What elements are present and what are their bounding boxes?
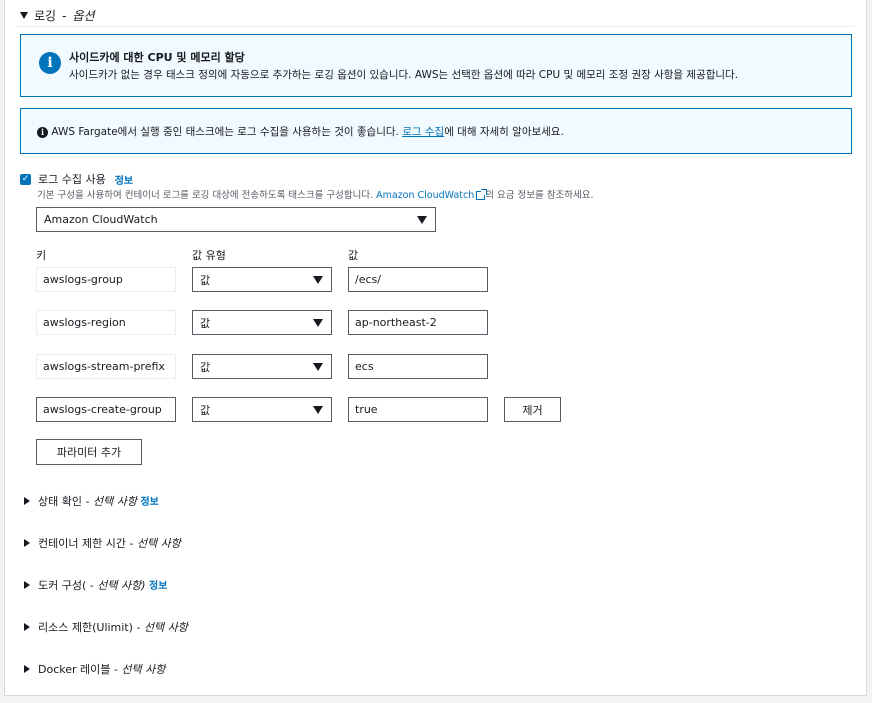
caret-down-icon [313, 405, 323, 414]
expander-title: 리소스 제한(Ulimit) [38, 621, 133, 634]
param-type-select[interactable]: 값 [192, 354, 332, 379]
expander-docker-config[interactable]: 도커 구성( - 선택 사항) 정보 [24, 577, 167, 593]
param-value-input[interactable]: /ecs/ [348, 267, 488, 292]
expander-sep: - [113, 663, 118, 676]
expander-sep: - [129, 537, 134, 550]
param-key: awslogs-region [36, 310, 176, 335]
expander-optional: 선택 사항) [97, 579, 146, 592]
remove-param-button[interactable]: 제거 [504, 397, 561, 422]
section-separator: - [62, 8, 67, 23]
param-type-value: 값 [200, 316, 211, 330]
expander-info-link[interactable]: 정보 [149, 581, 167, 592]
expander-optional: 선택 사항 [143, 621, 188, 634]
sidecar-info-body: 사이드카가 없는 경우 태스크 정의에 자동으로 추가하는 로깅 옵션이 있습니… [69, 69, 739, 81]
triangle-down-icon [20, 12, 28, 19]
expander-title: 컨테이너 제한 시간 [38, 537, 126, 550]
expander-title: 상태 확인 [38, 495, 82, 508]
info-icon: i [37, 126, 48, 138]
fargate-info-box: i AWS Fargate에서 실행 중인 태스크에는 로그 수집을 사용하는 … [20, 108, 852, 154]
param-value-input[interactable]: true [348, 397, 488, 422]
divider [16, 26, 854, 27]
param-type-value: 값 [200, 403, 211, 417]
triangle-right-icon [24, 623, 30, 631]
param-type-select[interactable]: 값 [192, 267, 332, 292]
section-title: 로깅 [34, 9, 57, 23]
param-key-input[interactable]: awslogs-create-group [36, 397, 176, 422]
expander-optional: 선택 사항 [92, 495, 137, 508]
param-key: awslogs-group [36, 267, 176, 292]
log-collection-label: 로그 수집 사용 [38, 173, 106, 186]
param-type-value: 값 [200, 273, 211, 287]
caret-down-icon [417, 215, 427, 224]
caret-down-icon [313, 275, 323, 284]
expander-info-link[interactable]: 정보 [140, 497, 158, 508]
param-value-input[interactable]: ecs [348, 354, 488, 379]
param-value-input[interactable]: ap-northeast-2 [348, 310, 488, 335]
caret-down-icon [313, 318, 323, 327]
triangle-right-icon [24, 497, 30, 505]
logging-section-header[interactable]: 로깅 - 옵션 [20, 7, 95, 24]
expander-title: 도커 구성( [38, 579, 87, 592]
cloudwatch-pricing-link[interactable]: Amazon CloudWatch [376, 190, 474, 201]
checkbox-checked-icon[interactable]: ✓ [20, 173, 31, 185]
sidecar-info-box: i 사이드카에 대한 CPU 및 메모리 할당 사이드카가 없는 경우 태스크 … [20, 34, 852, 97]
expander-sep: - [85, 495, 90, 508]
log-collection-option: ✓ 로그 수집 사용 정보 [20, 171, 133, 187]
info-icon: i [39, 52, 61, 74]
param-type-select[interactable]: 값 [192, 397, 332, 422]
param-type-select[interactable]: 값 [192, 310, 332, 335]
fargate-info-text: i AWS Fargate에서 실행 중인 태스크에는 로그 수집을 사용하는 … [37, 124, 564, 139]
log-desc-before: 기본 구성을 사용하여 컨테이너 로그를 로깅 대상에 전송하도록 태스크를 구… [37, 190, 377, 201]
log-destination-select[interactable]: Amazon CloudWatch [36, 207, 436, 232]
expander-title: Docker 레이블 [38, 663, 111, 676]
col-label-type: 값 유형 [192, 249, 226, 262]
triangle-right-icon [24, 539, 30, 547]
expander-docker-labels[interactable]: Docker 레이블 - 선택 사항 [24, 661, 165, 677]
fargate-info-after: 에 대해 자세히 알아보세요. [444, 126, 564, 138]
add-param-button[interactable]: 파라미터 추가 [36, 439, 142, 465]
expander-sep: - [136, 621, 141, 634]
sidecar-info-title: 사이드카에 대한 CPU 및 메모리 할당 [69, 51, 245, 64]
col-label-key: 키 [36, 249, 47, 262]
param-key: awslogs-stream-prefix [36, 354, 176, 379]
log-desc-after: 의 요금 정보를 참조하세요. [485, 190, 594, 201]
param-type-value: 값 [200, 360, 211, 374]
external-link-icon [476, 189, 488, 200]
log-collection-info-link[interactable]: 정보 [115, 172, 133, 187]
expander-resource-limits[interactable]: 리소스 제한(Ulimit) - 선택 사항 [24, 619, 188, 635]
expander-health-check[interactable]: 상태 확인 - 선택 사항 정보 [24, 493, 159, 509]
col-label-value: 값 [348, 249, 359, 262]
expander-container-timeout[interactable]: 컨테이너 제한 시간 - 선택 사항 [24, 535, 181, 551]
section-optional: 옵션 [72, 9, 95, 23]
caret-down-icon [313, 362, 323, 371]
triangle-right-icon [24, 581, 30, 589]
expander-sep: - [89, 579, 94, 592]
expander-optional: 선택 사항 [121, 663, 166, 676]
log-collection-description: 기본 구성을 사용하여 컨테이너 로그를 로깅 대상에 전송하도록 태스크를 구… [37, 187, 594, 201]
log-destination-value: Amazon CloudWatch [44, 213, 158, 226]
log-collection-link[interactable]: 로그 수집 [402, 126, 444, 138]
expander-optional: 선택 사항 [136, 537, 181, 550]
fargate-info-before: AWS Fargate에서 실행 중인 태스크에는 로그 수집을 사용하는 것이… [51, 126, 403, 138]
triangle-right-icon [24, 665, 30, 673]
